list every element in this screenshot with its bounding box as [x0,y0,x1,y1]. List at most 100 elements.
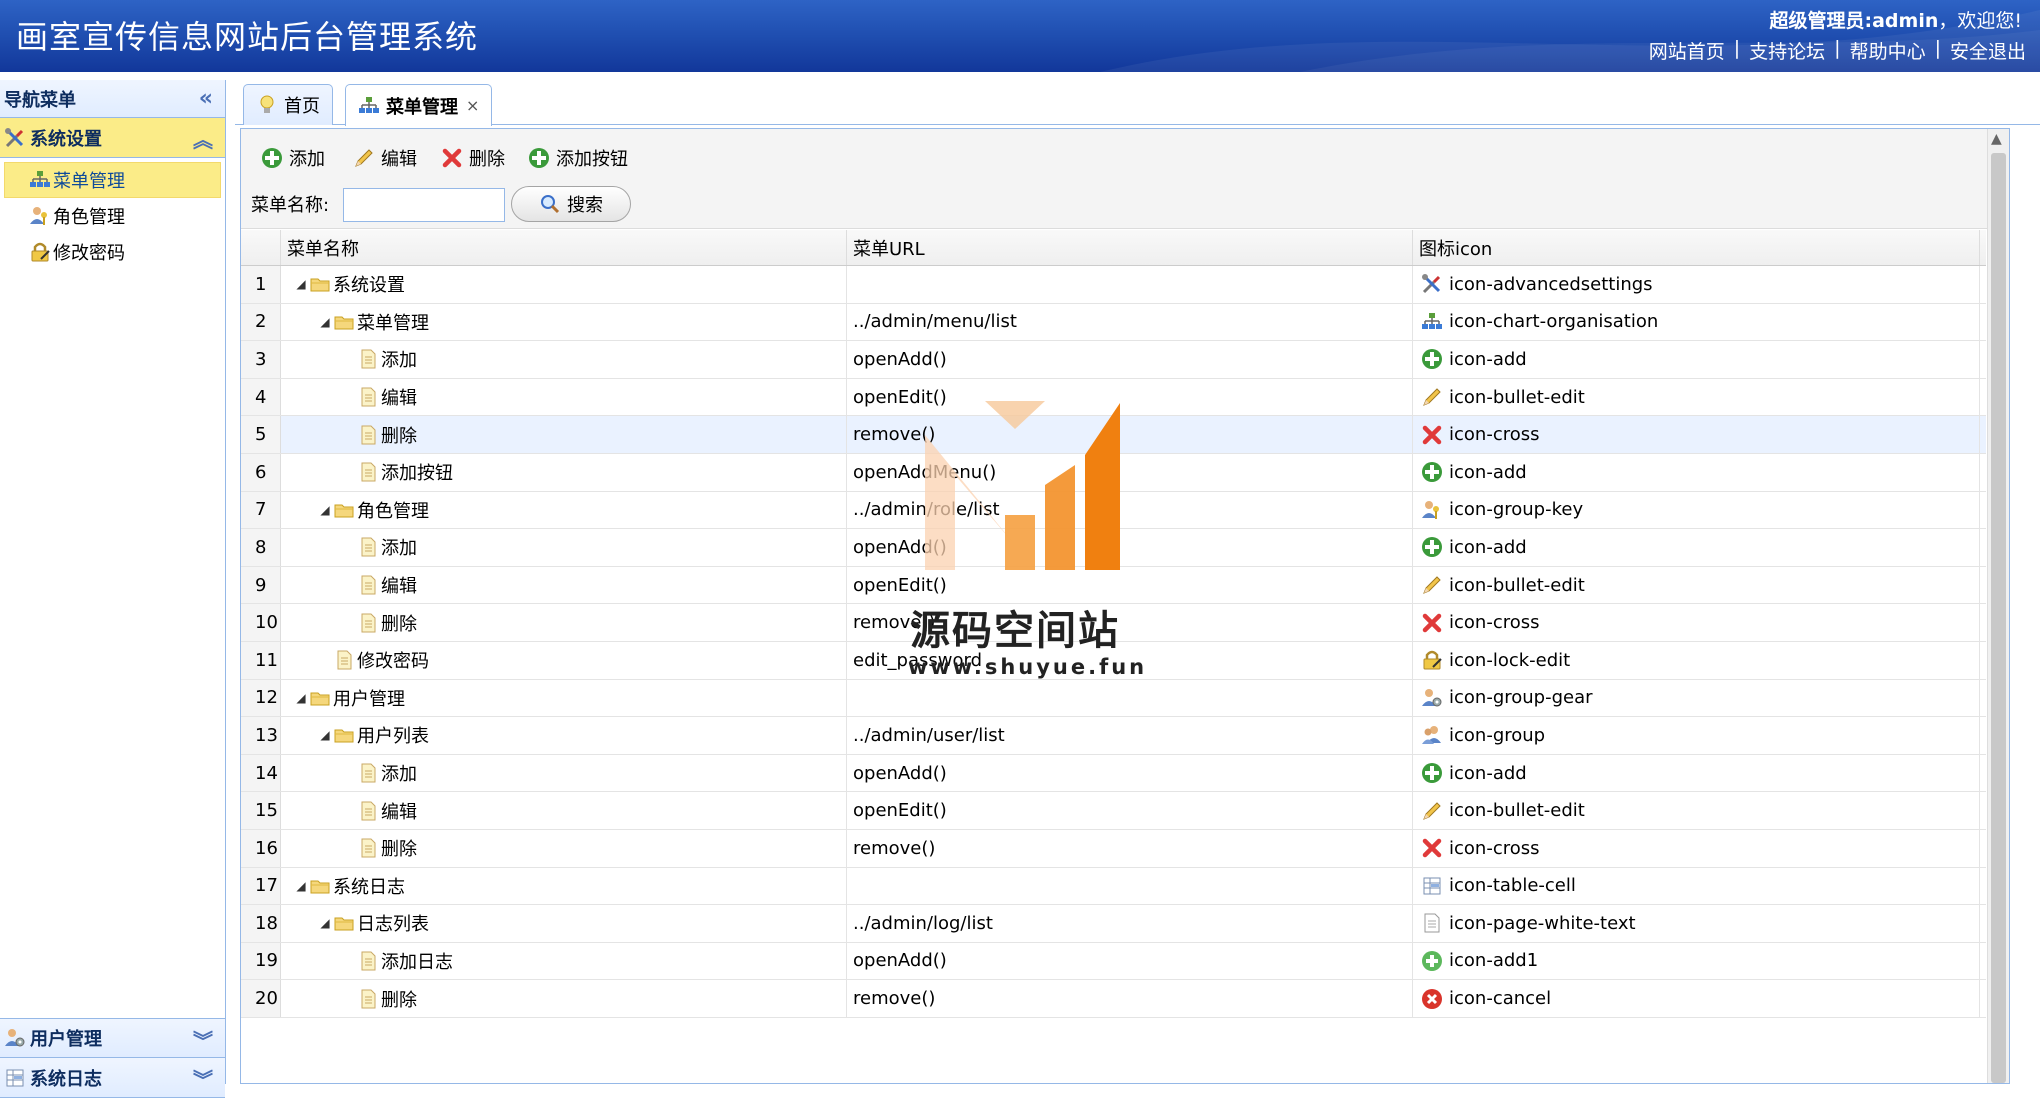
table-row[interactable]: 7 ◢ 角色管理 ../admin/role/list icon-group-key [241,491,1986,530]
row-number: 15 [241,792,281,829]
menu-name-text: 菜单管理 [357,312,429,334]
menu-name-cell: ◢ 菜单管理 [281,303,847,341]
menu-name-text: 删除 [381,839,417,861]
icon-cell: icon-bullet-edit [1413,378,1980,416]
sidebar-item-role-management[interactable]: 角色管理 [4,198,221,234]
tree-expand-triangle-icon[interactable]: ◢ [317,916,333,930]
tree-expand-triangle-icon[interactable]: ◢ [317,315,333,329]
bullet-edit-icon [1421,574,1443,596]
row-number: 20 [241,980,281,1017]
menu-name-cell: 添加日志 [281,942,847,980]
menu-name-text: 编辑 [381,388,417,410]
row-number-header [241,230,281,265]
icon-cell: icon-advancedsettings [1413,266,1980,303]
file-icon [357,461,379,483]
bullet-edit-icon [1421,386,1443,408]
tree-expand-triangle-icon[interactable]: ◢ [317,503,333,517]
icon-class-text: icon-lock-edit [1449,649,1571,671]
menu-name-search-input[interactable] [343,188,505,222]
menu-url-cell: openAdd() [847,942,1413,980]
link-site-home[interactable]: 网站首页 [1649,37,1725,64]
accordion-bottom-groups: 用户管理 ︾ 系统日志 ︾ [0,1018,225,1098]
menu-url-cell: openAddMenu() [847,453,1413,491]
column-header-menu-name[interactable]: 菜单名称 [281,230,847,265]
search-button[interactable]: 搜索 [511,186,631,222]
table-row[interactable]: 12 ◢ 用户管理 icon-group-gear [241,679,1986,718]
row-number: 11 [241,641,281,679]
tab-menu-management[interactable]: 菜单管理 × [345,84,493,126]
menu-name-text: 修改密码 [357,651,429,673]
tree-expand-triangle-icon[interactable]: ◢ [293,691,309,705]
double-chevron-left-icon[interactable]: « [199,86,213,111]
menu-url-cell: openEdit() [847,792,1413,829]
accordion-system-log[interactable]: 系统日志 ︾ [0,1058,225,1098]
table-row[interactable]: 20 删除 remove() icon-cancel [241,980,1986,1018]
table-row[interactable]: 15 编辑 openEdit() icon-bullet-edit [241,792,1986,830]
file-icon [357,386,379,408]
sidebar-item-menu-management[interactable]: 菜单管理 [4,162,221,198]
tree-expand-triangle-icon[interactable]: ◢ [293,277,309,291]
table-row[interactable]: 18 ◢ 日志列表 ../admin/log/list icon-page-white-… [241,905,1986,943]
table-row[interactable]: 6 添加按钮 openAddMenu() icon-add [241,453,1986,492]
welcome-role: 超级管理员:admin [1769,10,1939,32]
add-menu-button[interactable]: 添加按钮 [528,141,628,175]
chart-organisation-icon [358,95,380,117]
close-icon[interactable]: × [466,96,479,115]
add-button[interactable]: 添加 [261,141,325,175]
column-header-menu-url[interactable]: 菜单URL [847,230,1413,265]
menu-name-cell: 删除 [281,604,847,641]
tree-expand-triangle-icon[interactable]: ◢ [317,728,333,742]
accordion-system-settings[interactable]: 系统设置 ︽ [0,118,225,158]
row-number: 19 [241,942,281,980]
delete-button[interactable]: 删除 [441,141,505,175]
table-row[interactable]: 5 删除 remove() icon-cross [241,416,1986,454]
folder-icon [333,499,355,521]
table-row[interactable]: 8 添加 openAdd() icon-add [241,529,1986,567]
table-row[interactable]: 4 编辑 openEdit() icon-bullet-edit [241,378,1986,417]
scroll-up-arrow-icon[interactable]: ▲ [1991,131,2002,147]
accordion-user-management[interactable]: 用户管理 ︾ [0,1018,225,1058]
tree-expand-triangle-icon[interactable]: ◢ [293,879,309,893]
folder-icon [309,875,331,897]
table-row[interactable]: 14 添加 openAdd() icon-add [241,754,1986,793]
icon-cell: icon-cancel [1413,980,1980,1017]
menu-url-cell: remove() [847,416,1413,453]
folder-icon [309,687,331,709]
icon-cell: icon-group-gear [1413,679,1980,717]
table-row[interactable]: 17 ◢ 系统日志 icon-table-cell [241,867,1986,906]
double-chevron-up-icon[interactable]: ︽ [193,124,213,153]
menu-name-cell: ◢ 用户管理 [281,679,847,717]
link-support-forum[interactable]: 支持论坛 [1749,37,1825,64]
table-row[interactable]: 2 ◢ 菜单管理 ../admin/menu/list icon-chart-organ… [241,303,1986,342]
folder-icon [309,273,331,295]
link-help-center[interactable]: 帮助中心 [1850,37,1926,64]
tab-home[interactable]: 首页 [243,84,333,125]
file-icon [357,424,379,446]
table-row[interactable]: 3 添加 openAdd() icon-add [241,341,1986,379]
icon-class-text: icon-cross [1449,424,1540,446]
lock-edit-icon [1421,649,1443,671]
table-row[interactable]: 1 ◢ 系统设置 icon-advancedsettings [241,266,1986,304]
vertical-scrollbar[interactable]: ▲ [1987,129,2009,1083]
file-icon [357,574,379,596]
double-chevron-down-icon[interactable]: ︾ [193,1025,213,1054]
sidebar-item-change-password[interactable]: 修改密码 [4,234,221,270]
edit-button[interactable]: 编辑 [353,141,417,175]
link-logout[interactable]: 安全退出 [1950,37,2026,64]
tab-bar: 首页 菜单管理 × [235,80,2040,126]
row-number: 6 [241,453,281,491]
folder-icon [333,912,355,934]
page-white-text-icon [1421,912,1443,934]
table-row[interactable]: 16 删除 remove() icon-cross [241,829,1986,868]
row-number: 9 [241,566,281,604]
scrollbar-thumb[interactable] [1991,153,2006,1083]
menu-url-cell: remove() [847,829,1413,867]
table-row[interactable]: 13 ◢ 用户列表 ../admin/user/list icon-group [241,717,1986,755]
column-header-icon[interactable]: 图标icon [1413,230,1980,265]
menu-url-cell: ../admin/menu/list [847,303,1413,341]
icon-cell: icon-table-cell [1413,867,1980,905]
table-row[interactable]: 19 添加日志 openAdd() icon-add1 [241,942,1986,981]
menu-name-cell: 删除 [281,829,847,867]
lock-edit-icon [29,241,51,263]
double-chevron-down-icon[interactable]: ︾ [193,1064,213,1093]
